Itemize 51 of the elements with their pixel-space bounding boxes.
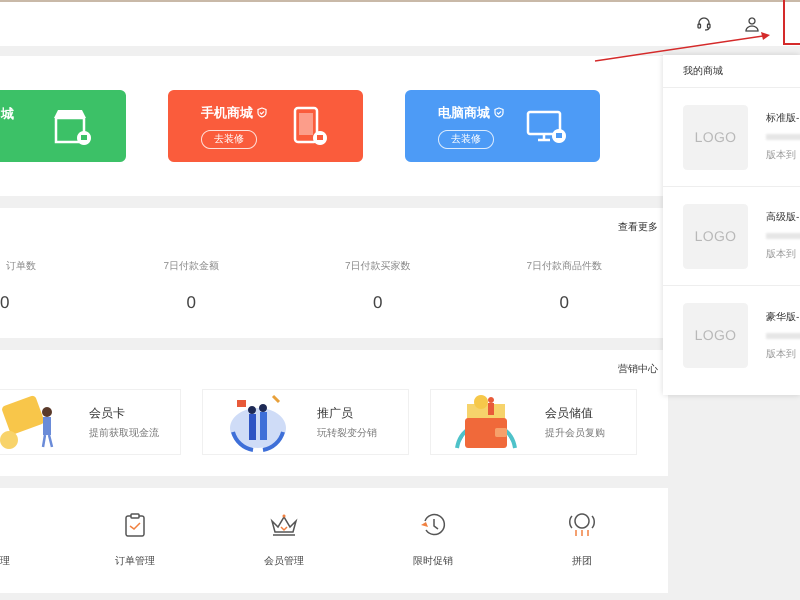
shield-check-icon xyxy=(494,107,504,118)
marketing-subtitle: 提前获取现金流 xyxy=(89,426,159,440)
clipboard-check-icon xyxy=(123,512,147,538)
marketing-center-link[interactable]: 营销中心 xyxy=(618,362,658,377)
marketing-title: 推广员 xyxy=(317,404,354,422)
expiry-text: 版本到 xyxy=(766,348,797,362)
group-icon xyxy=(567,512,597,538)
blurred-text xyxy=(766,134,800,140)
marketing-card[interactable]: 推广员 玩转裂变分销 xyxy=(202,389,409,455)
headset-icon[interactable] xyxy=(696,16,712,32)
tool-label[interactable]: 限时促销 xyxy=(413,554,453,569)
user-icon[interactable] xyxy=(744,16,760,32)
expiry-text: 版本到 xyxy=(766,148,797,163)
store-name: 豪华版- xyxy=(766,310,800,324)
marketing-card[interactable]: 会员储值 提升会员复购 xyxy=(430,389,637,455)
tool-label[interactable]: 拼团 xyxy=(572,554,592,569)
store-title: 手机商城 xyxy=(201,104,253,122)
stat-value: 0 xyxy=(560,292,569,314)
expiry-text: 版本到 xyxy=(766,248,797,262)
store-title: 电脑商城 xyxy=(438,104,490,122)
tool-label[interactable]: 理 xyxy=(0,554,10,569)
stat-label: 订单数 xyxy=(5,260,36,274)
marketing-subtitle: 提升会员复购 xyxy=(545,426,605,440)
stat-value: 0 xyxy=(186,292,196,314)
stat-label: 7日付款商品件数 xyxy=(526,260,602,274)
marketing-subtitle: 玩转裂变分销 xyxy=(317,426,377,440)
store-name: 标准版- xyxy=(766,112,800,126)
logo-placeholder: LOGO xyxy=(683,303,748,368)
stat-label: 7日付款金额 xyxy=(163,260,220,274)
logo-placeholder: LOGO xyxy=(683,204,748,268)
tool-label[interactable]: 会员管理 xyxy=(264,554,304,569)
crown-icon xyxy=(269,513,299,537)
marketing-title: 会员储值 xyxy=(545,404,594,422)
store-name: 高级版- xyxy=(766,210,800,225)
logo-placeholder: LOGO xyxy=(683,104,748,170)
store-item[interactable]: LOGO 高级版- 版本到 xyxy=(663,187,800,286)
store-title: 城 xyxy=(1,105,14,124)
stat-value: 0 xyxy=(373,292,382,314)
marketing-card[interactable]: 会员卡 提前获取现金流 xyxy=(0,389,181,455)
marketing-title: 会员卡 xyxy=(89,404,126,422)
blurred-text xyxy=(766,233,800,239)
store-item[interactable]: LOGO 标准版- 版本到 xyxy=(663,88,800,187)
view-more-link[interactable]: 查看更多 xyxy=(618,220,658,235)
stat-label: 7日付款买家数 xyxy=(344,260,411,274)
shield-check-icon xyxy=(257,107,267,118)
tool-label[interactable]: 订单管理 xyxy=(115,554,155,569)
dropdown-title: 我的商城 xyxy=(683,64,723,78)
clock-icon xyxy=(419,512,447,538)
stat-value: 0 xyxy=(0,292,10,314)
blurred-text xyxy=(766,332,800,338)
store-item[interactable]: LOGO 豪华版- 版本到 xyxy=(663,286,800,385)
